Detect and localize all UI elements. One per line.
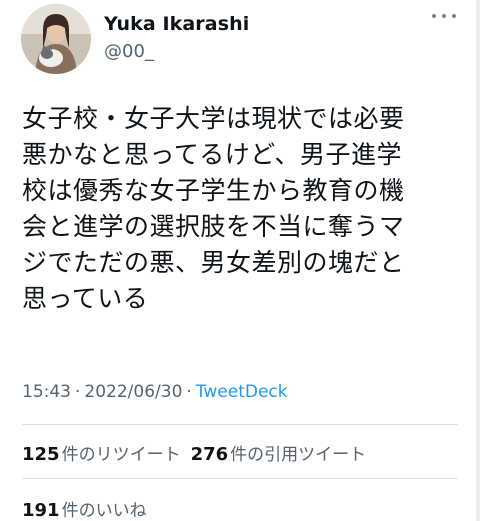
tweet-source-link[interactable]: TweetDeck <box>196 382 288 402</box>
avatar[interactable] <box>21 4 91 74</box>
more-dot <box>452 14 456 18</box>
tweet-header: Yuka Ikarashi @00_ <box>0 0 480 90</box>
more-dot <box>432 14 436 18</box>
display-name[interactable]: Yuka Ikarashi <box>104 13 249 35</box>
quotes-label: 件の引用ツイート <box>230 445 367 465</box>
likes-label: 件のいいね <box>61 501 147 521</box>
tweet-meta: 15:43 · 2022/06/30 · TweetDeck <box>22 382 288 402</box>
tweet-time[interactable]: 15:43 <box>22 382 71 402</box>
divider <box>22 478 458 479</box>
separator-dot: · <box>186 382 192 402</box>
divider <box>22 424 458 425</box>
user-handle[interactable]: @00_ <box>104 41 154 62</box>
engagement-stats: 125 件のリツイート 276 件の引用ツイート <box>22 440 366 465</box>
tweet-text: 女子校・女子大学は現状では必要 悪かなと思ってるけど、男子進学 校は優秀な女子学… <box>22 104 405 313</box>
separator-dot: · <box>75 382 81 402</box>
likes-count: 191 <box>22 500 60 521</box>
likes-stat[interactable]: 191 件のいいね <box>22 500 147 521</box>
retweets-count: 125 <box>22 444 60 465</box>
avatar-image <box>21 4 91 74</box>
retweets-label: 件のリツイート <box>61 445 181 465</box>
quotes-count: 276 <box>190 444 229 465</box>
tweet-date[interactable]: 2022/06/30 <box>84 382 182 402</box>
scrollbar-track[interactable] <box>476 0 480 521</box>
likes-stats: 191 件のいいね <box>22 496 147 521</box>
more-horizontal-icon[interactable] <box>432 14 456 24</box>
quotes-stat[interactable]: 276 件の引用ツイート <box>190 444 367 465</box>
more-dot <box>442 14 446 18</box>
retweets-stat[interactable]: 125 件のリツイート <box>22 444 181 465</box>
